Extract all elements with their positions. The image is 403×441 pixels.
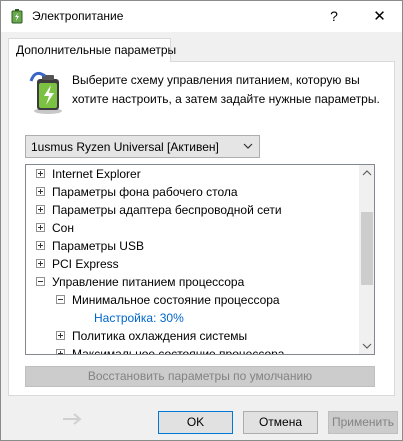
- tab-label: Дополнительные параметры: [16, 43, 177, 57]
- tree-item-label: Сон: [52, 221, 74, 235]
- scroll-up-arrow-icon[interactable]: [359, 165, 375, 181]
- power-plan-icon: [29, 71, 62, 114]
- vertical-scrollbar[interactable]: [359, 165, 375, 354]
- tab-advanced-settings[interactable]: Дополнительные параметры: [8, 38, 176, 62]
- tree-item-label: Параметры USB: [52, 239, 144, 253]
- power-scheme-selected: 1usmus Ryzen Universal [Активен]: [31, 140, 219, 154]
- settings-tree[interactable]: Internet Explorer Параметры фона рабочег…: [25, 164, 375, 355]
- expand-plus-icon[interactable]: [36, 169, 45, 178]
- tree-item-label: Управление питанием процессора: [52, 275, 245, 289]
- tree-item-label: Политика охлаждения системы: [72, 329, 248, 343]
- tree-item-label: Параметры фона рабочего стола: [52, 185, 238, 199]
- power-options-window: Электропитание ? ✕ Дополнительные параме…: [0, 0, 403, 441]
- tree-item-label: Internet Explorer: [52, 167, 141, 181]
- help-button[interactable]: ?: [311, 1, 357, 32]
- apply-button[interactable]: Применить: [328, 411, 398, 434]
- tree-item-label: Максимальное состояние процессора: [72, 347, 285, 355]
- tree-item-label: PCI Express: [52, 257, 119, 271]
- expand-plus-icon[interactable]: [36, 241, 45, 250]
- tree-item-label: Минимальное состояние процессора: [72, 293, 280, 307]
- expand-plus-icon[interactable]: [36, 223, 45, 232]
- instructions-text: Выберите схему управления питанием, кото…: [72, 73, 380, 106]
- scrollbar-thumb[interactable]: [361, 212, 373, 285]
- setting-value-link[interactable]: Настройка: 30%: [94, 309, 184, 327]
- window-title: Электропитание: [32, 9, 124, 23]
- expand-plus-icon[interactable]: [36, 205, 45, 214]
- title-bar: Электропитание ? ✕: [1, 1, 402, 32]
- restore-defaults-button[interactable]: Восстановить параметры по умолчанию: [25, 366, 375, 387]
- expand-plus-icon[interactable]: [56, 331, 65, 340]
- cancel-button[interactable]: Отмена: [243, 411, 318, 434]
- battery-icon: [11, 9, 23, 24]
- collapse-minus-icon[interactable]: [36, 277, 45, 286]
- tree-item-label: Параметры адаптера беспроводной сети: [52, 203, 282, 217]
- ok-button[interactable]: OK: [158, 411, 233, 434]
- expand-plus-icon[interactable]: [56, 349, 65, 354]
- expand-plus-icon[interactable]: [36, 187, 45, 196]
- expand-plus-icon[interactable]: [36, 259, 45, 268]
- arrow-right-icon: [63, 413, 82, 425]
- power-scheme-dropdown[interactable]: 1usmus Ryzen Universal [Активен]: [25, 135, 260, 158]
- scroll-down-arrow-icon[interactable]: [359, 338, 375, 354]
- chevron-down-icon: [243, 143, 253, 149]
- collapse-minus-icon[interactable]: [56, 295, 65, 304]
- close-button[interactable]: ✕: [357, 1, 402, 32]
